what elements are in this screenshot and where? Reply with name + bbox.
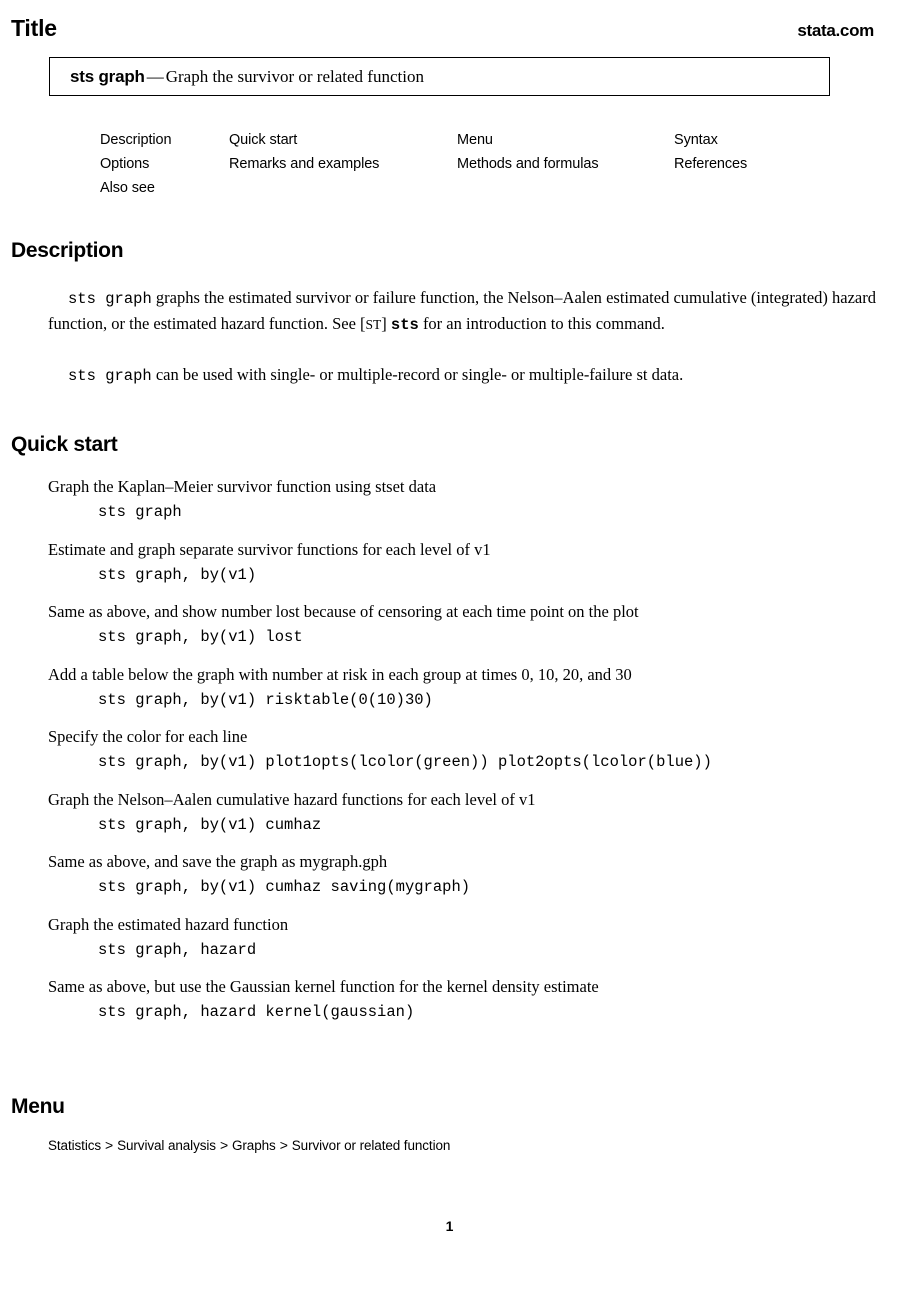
document-page: Title stata.com sts graph — Graph the surv… — [0, 0, 899, 1315]
quick-start-description: Add a table below the graph with number … — [48, 664, 632, 684]
quick-start-code: sts graph, by(v1) plot1opts(lcolor(green… — [98, 753, 712, 771]
nav-row: Description Quick start Menu Syntax — [100, 130, 820, 154]
quick-start-description: Graph the Nelson–Aalen cumulative hazard… — [48, 789, 536, 809]
quick-start-code: sts graph, by(v1) risktable(0(10)30) — [98, 690, 433, 709]
quick-start-item: Same as above, and save the graph as myg… — [48, 849, 878, 901]
quick-start-item: Add a table below the graph with number … — [48, 662, 878, 714]
quick-start-item: Graph the Nelson–Aalen cumulative hazard… — [48, 787, 878, 839]
quick-start-code: sts graph, by(v1) lost — [98, 628, 303, 646]
command-name: sts graph — [70, 67, 145, 86]
quick-start-description: Graph the Kaplan–Meier survivor function… — [48, 477, 437, 496]
page-title: Title — [11, 15, 57, 41]
section-heading-description: Description — [11, 239, 124, 262]
section-nav-links: Description Quick start Menu Syntax Opti… — [100, 130, 820, 202]
manual-reference-st[interactable]: ST — [366, 317, 382, 332]
page-number: 1 — [445, 1218, 454, 1234]
breadcrumb-item-statistics[interactable]: Statistics — [48, 1138, 101, 1153]
nav-link-quick-start[interactable]: Quick start — [229, 130, 457, 150]
nav-link-syntax[interactable]: Syntax — [674, 130, 820, 150]
em-dash: — — [146, 67, 164, 86]
quick-start-code: sts graph, by(v1) cumhaz saving(mygraph) — [98, 878, 471, 896]
breadcrumb-item-survival-analysis[interactable]: Survival analysis — [117, 1138, 216, 1153]
description-text: can be used with single- or multiple-rec… — [151, 365, 684, 384]
quick-start-item: Specify the color for each line sts grap… — [48, 724, 878, 776]
quick-start-item: Same as above, but use the Gaussian kern… — [48, 974, 878, 1026]
stata-com-link[interactable]: stata.com — [797, 22, 874, 39]
command-title-text: sts graph — Graph the survivor or related … — [70, 67, 424, 87]
quick-start-code: sts graph, by(v1) cumhaz — [98, 815, 322, 834]
quick-start-item: Estimate and graph separate survivor fun… — [48, 537, 878, 589]
nav-link-options[interactable]: Options — [100, 154, 229, 174]
quick-start-description: Estimate and graph separate survivor fun… — [48, 539, 491, 559]
nav-link-references[interactable]: References — [674, 154, 820, 174]
section-heading-menu: Menu — [11, 1095, 65, 1118]
section-heading-quick-start: Quick start — [11, 433, 118, 456]
description-paragraph-1: sts graph graphs the estimated survivor … — [48, 286, 876, 337]
quick-start-code: sts graph, hazard kernel(gaussian) — [98, 1003, 415, 1021]
quick-start-description: Same as above, and show number lost beca… — [48, 602, 639, 621]
quick-start-item: Graph the Kaplan–Meier survivor function… — [48, 474, 878, 526]
quick-start-code: sts graph, hazard — [98, 940, 257, 959]
quick-start-item: Graph the estimated hazard function sts … — [48, 912, 878, 964]
nav-link-also-see[interactable]: Also see — [100, 178, 229, 198]
nav-link-menu[interactable]: Menu — [457, 130, 674, 150]
quick-start-item: Same as above, and show number lost beca… — [48, 599, 878, 651]
quick-start-description: Same as above, but use the Gaussian kern… — [48, 977, 599, 996]
quick-start-code: sts graph — [98, 503, 182, 521]
nav-link-methods-and-formulas[interactable]: Methods and formulas — [457, 154, 674, 174]
command-title-box: sts graph — Graph the survivor or related … — [49, 57, 830, 96]
nav-row: Also see — [100, 178, 820, 202]
breadcrumb: Statistics > Survival analysis > Graphs > Surv… — [48, 1136, 450, 1155]
manual-reference-sts[interactable]: sts — [391, 316, 419, 334]
description-text-c: for an introduction to this command. — [418, 313, 665, 333]
description-paragraph-2: sts graph can be used with single- or mu… — [48, 363, 876, 389]
inline-code-sts-graph: sts graph — [68, 290, 152, 308]
nav-row: Options Remarks and examples Methods and… — [100, 154, 820, 178]
breadcrumb-item-survivor-or-related-function[interactable]: Survivor or related function — [292, 1138, 451, 1153]
description-text-b: ] — [381, 313, 391, 333]
breadcrumb-separator-icon: > — [219, 1137, 229, 1153]
quick-start-description: Specify the color for each line — [48, 727, 248, 746]
command-description: Graph the survivor or related function — [165, 67, 424, 86]
breadcrumb-separator-icon: > — [105, 1137, 114, 1153]
quick-start-description: Same as above, and save the graph as myg… — [48, 852, 388, 871]
quick-start-list: Graph the Kaplan–Meier survivor function… — [48, 474, 878, 1037]
quick-start-description: Graph the estimated hazard function — [48, 914, 289, 934]
inline-code-sts-graph: sts graph — [68, 367, 152, 385]
nav-link-remarks-and-examples[interactable]: Remarks and examples — [229, 154, 457, 174]
breadcrumb-item-graphs[interactable]: Graphs — [232, 1138, 276, 1153]
quick-start-code: sts graph, by(v1) — [98, 565, 257, 584]
breadcrumb-separator-icon: > — [279, 1137, 288, 1153]
nav-link-description[interactable]: Description — [100, 130, 229, 150]
